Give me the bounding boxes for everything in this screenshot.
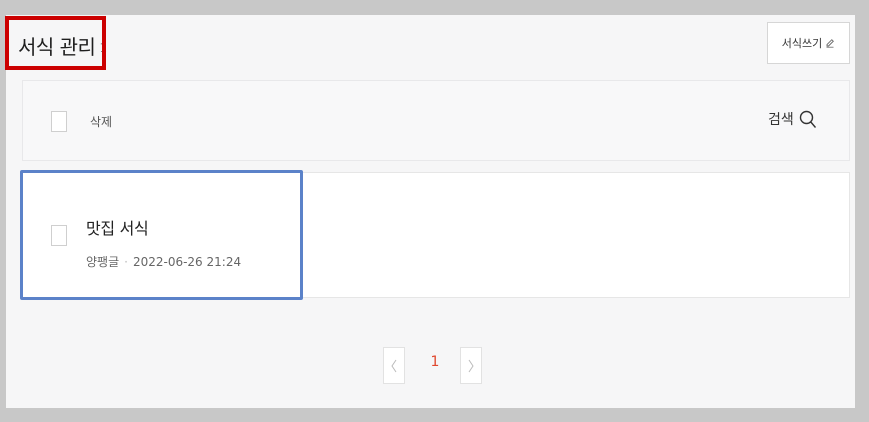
list-item[interactable]: 맛집 서식 양팽글 · 2022-06-26 21:24 [20, 170, 303, 300]
write-template-button[interactable]: 서식쓰기 [767, 22, 850, 64]
list-toolbar: 삭제 검색 [22, 80, 850, 161]
search-button[interactable]: 검색 [768, 109, 817, 129]
title-highlight-box [5, 16, 106, 70]
delete-button[interactable]: 삭제 [90, 113, 112, 130]
item-highlight-box [20, 170, 303, 300]
next-page-button[interactable] [460, 347, 482, 384]
chevron-right-icon [468, 359, 474, 372]
page-header: 서식 관리 1 [5, 16, 117, 73]
template-manager-panel: 서식 관리 1 서식쓰기 삭제 검색 맛집 서식 양팽글 · 2022-06-26 … [5, 15, 855, 408]
select-all-checkbox[interactable] [51, 111, 67, 132]
write-template-label: 서식쓰기 [781, 37, 823, 50]
chevron-left-icon [391, 359, 397, 372]
page-number-current[interactable]: 1 [424, 354, 446, 370]
template-list: 맛집 서식 양팽글 · 2022-06-26 21:24 [20, 170, 850, 300]
search-icon [799, 110, 816, 128]
search-label: 검색 [768, 112, 794, 128]
prev-page-button[interactable] [383, 347, 405, 384]
pencil-icon [826, 39, 835, 48]
